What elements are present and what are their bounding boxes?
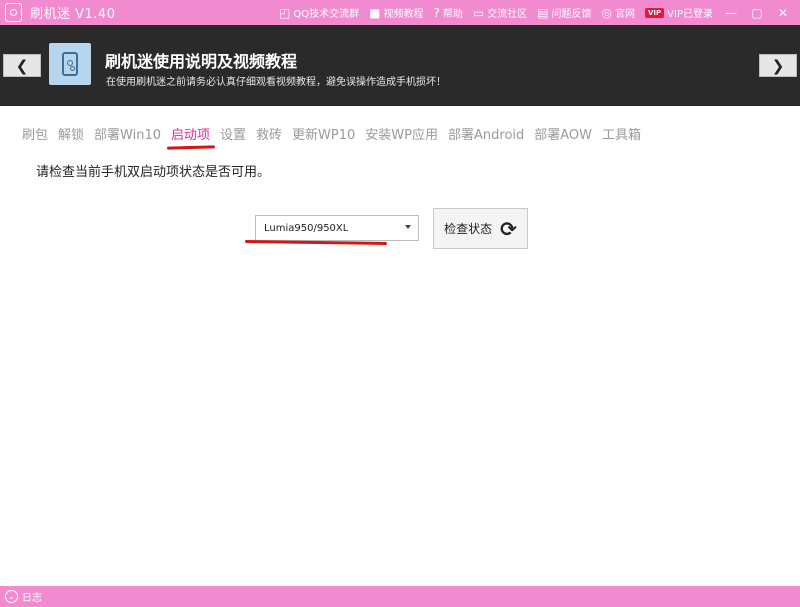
website-link[interactable]: ◎ 官网 <box>597 5 640 21</box>
log-label: 日志 <box>22 593 42 604</box>
video-tutorial-link[interactable]: ■ 视频教程 <box>364 5 428 21</box>
chevron-down-icon <box>405 225 411 229</box>
banner-subtitle: 在使用刷机迷之前请务必认真仔细观看视频教程，避免误操作造成手机损坏！ <box>106 77 446 88</box>
next-banner-button[interactable]: ❯ <box>759 54 797 77</box>
check-status-button[interactable]: 检查状态 ⟳ <box>433 208 528 249</box>
annotation-underline <box>244 240 388 245</box>
help-link[interactable]: ? 帮助 <box>428 5 467 21</box>
device-model-value: Lumia950/950XL <box>264 222 349 234</box>
tab-toolbox[interactable]: 工具箱 <box>602 124 641 143</box>
feedback-link[interactable]: ▤ 问题反馈 <box>532 5 596 21</box>
community-link[interactable]: ▭ 交流社区 <box>468 5 532 21</box>
tab-flash[interactable]: 刷包 <box>22 124 48 143</box>
tab-unbrick[interactable]: 救砖 <box>256 124 282 143</box>
globe-icon: ◎ <box>601 5 613 20</box>
title-links: ◰ QQ技术交流群 ■ 视频教程 ? 帮助 ▭ 交流社区 ▤ 问题反馈 ◎ 官网… <box>274 0 796 25</box>
check-status-label: 检查状态 <box>444 222 493 236</box>
minimize-button[interactable]: — <box>718 6 744 20</box>
phone-icon <box>49 43 91 85</box>
refresh-icon: ⟳ <box>500 216 517 241</box>
tutorial-banner: ❮ 刷机迷使用说明及视频教程 在使用刷机迷之前请务必认真仔细观看视频教程，避免误… <box>0 25 800 106</box>
title-bar: 刷机迷 V1.40 ◰ QQ技术交流群 ■ 视频教程 ? 帮助 ▭ 交流社区 ▤… <box>0 0 800 25</box>
main-tabs: 刷包 解锁 部署Win10 启动项 设置 救砖 更新WP10 安装WP应用 部署… <box>22 123 651 143</box>
tab-unlock[interactable]: 解锁 <box>58 124 84 143</box>
app-logo-icon <box>5 3 22 22</box>
maximize-button[interactable]: ▢ <box>744 6 770 20</box>
tab-deploy-android[interactable]: 部署Android <box>448 124 524 143</box>
tab-install-wp-apps[interactable]: 安装WP应用 <box>365 124 438 143</box>
qq-icon: ◰ <box>279 5 291 20</box>
device-model-select[interactable]: Lumia950/950XL <box>255 215 419 241</box>
prev-banner-button[interactable]: ❮ <box>3 54 41 77</box>
tab-settings[interactable]: 设置 <box>220 124 246 143</box>
qq-group-link[interactable]: ◰ QQ技术交流群 <box>274 5 364 21</box>
expand-log-icon[interactable]: ⌄ <box>5 590 18 603</box>
tab-deploy-aow[interactable]: 部署AOW <box>534 124 592 143</box>
app-title: 刷机迷 V1.40 <box>30 7 116 22</box>
close-button[interactable]: ✕ <box>770 6 796 20</box>
tab-boot-items[interactable]: 启动项 <box>171 124 210 143</box>
question-icon: ? <box>433 5 440 20</box>
banner-title[interactable]: 刷机迷使用说明及视频教程 <box>105 48 297 72</box>
chat-icon: ▭ <box>472 5 485 20</box>
video-icon: ■ <box>369 5 381 20</box>
phone-glyph <box>62 52 78 76</box>
feedback-icon: ▤ <box>537 5 549 20</box>
vip-login-link[interactable]: VIP VIP已登录 <box>640 5 718 20</box>
instruction-text: 请检查当前手机双启动项状态是否可用。 <box>36 165 271 180</box>
vip-icon: VIP <box>645 7 665 18</box>
log-bar[interactable]: ⌄ 日志 <box>0 586 800 607</box>
tab-update-wp10[interactable]: 更新WP10 <box>292 124 355 143</box>
tab-deploy-win10[interactable]: 部署Win10 <box>94 124 161 143</box>
